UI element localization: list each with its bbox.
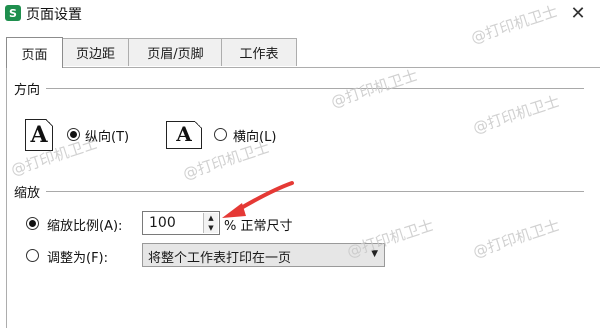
scaling-group-divider [46,191,584,192]
portrait-radio[interactable] [67,128,80,141]
fit-to-label[interactable]: 调整为(F): [47,247,108,266]
stepper-down-icon[interactable]: ▼ [204,223,218,233]
stepper-buttons: ▲ ▼ [203,213,218,233]
fit-to-selected-value: 将整个工作表打印在一页 [148,251,292,266]
dialog-title: 页面设置 [26,7,82,23]
chevron-down-icon[interactable]: ▼ [371,249,378,259]
scale-percent-stepper[interactable]: 100 ▲ ▼ [142,211,220,235]
landscape-radio[interactable] [214,128,227,141]
portrait-page-icon: A [25,119,53,151]
scale-suffix-label: % 正常尺寸 [224,219,293,234]
tab-sheet[interactable]: 工作表 [221,38,297,66]
wps-spreadsheet-app-icon: S [5,5,21,21]
close-button[interactable]: ✕ [568,2,588,24]
orientation-group-divider [46,88,584,89]
scale-percent-value[interactable]: 100 [149,215,176,231]
portrait-label[interactable]: 纵向(T) [85,126,129,145]
title-bar: S 页面设置 ✕ [0,0,600,30]
landscape-label[interactable]: 横向(L) [233,126,276,145]
landscape-page-icon: A [166,121,202,149]
scaling-group-label: 缩放 [14,182,45,201]
orientation-group-label: 方向 [14,79,45,98]
tab-panel-page [6,67,600,328]
tab-page[interactable]: 页面 [6,37,63,68]
close-icon: ✕ [570,2,586,24]
scale-percent-label[interactable]: 缩放比例(A): [47,215,122,234]
tab-margins[interactable]: 页边距 [61,38,130,66]
scale-percent-radio[interactable] [26,217,39,230]
fit-to-dropdown[interactable]: 将整个工作表打印在一页 ▼ [142,243,385,267]
tab-header-footer[interactable]: 页眉/页脚 [128,38,223,66]
fit-to-radio[interactable] [26,249,39,262]
